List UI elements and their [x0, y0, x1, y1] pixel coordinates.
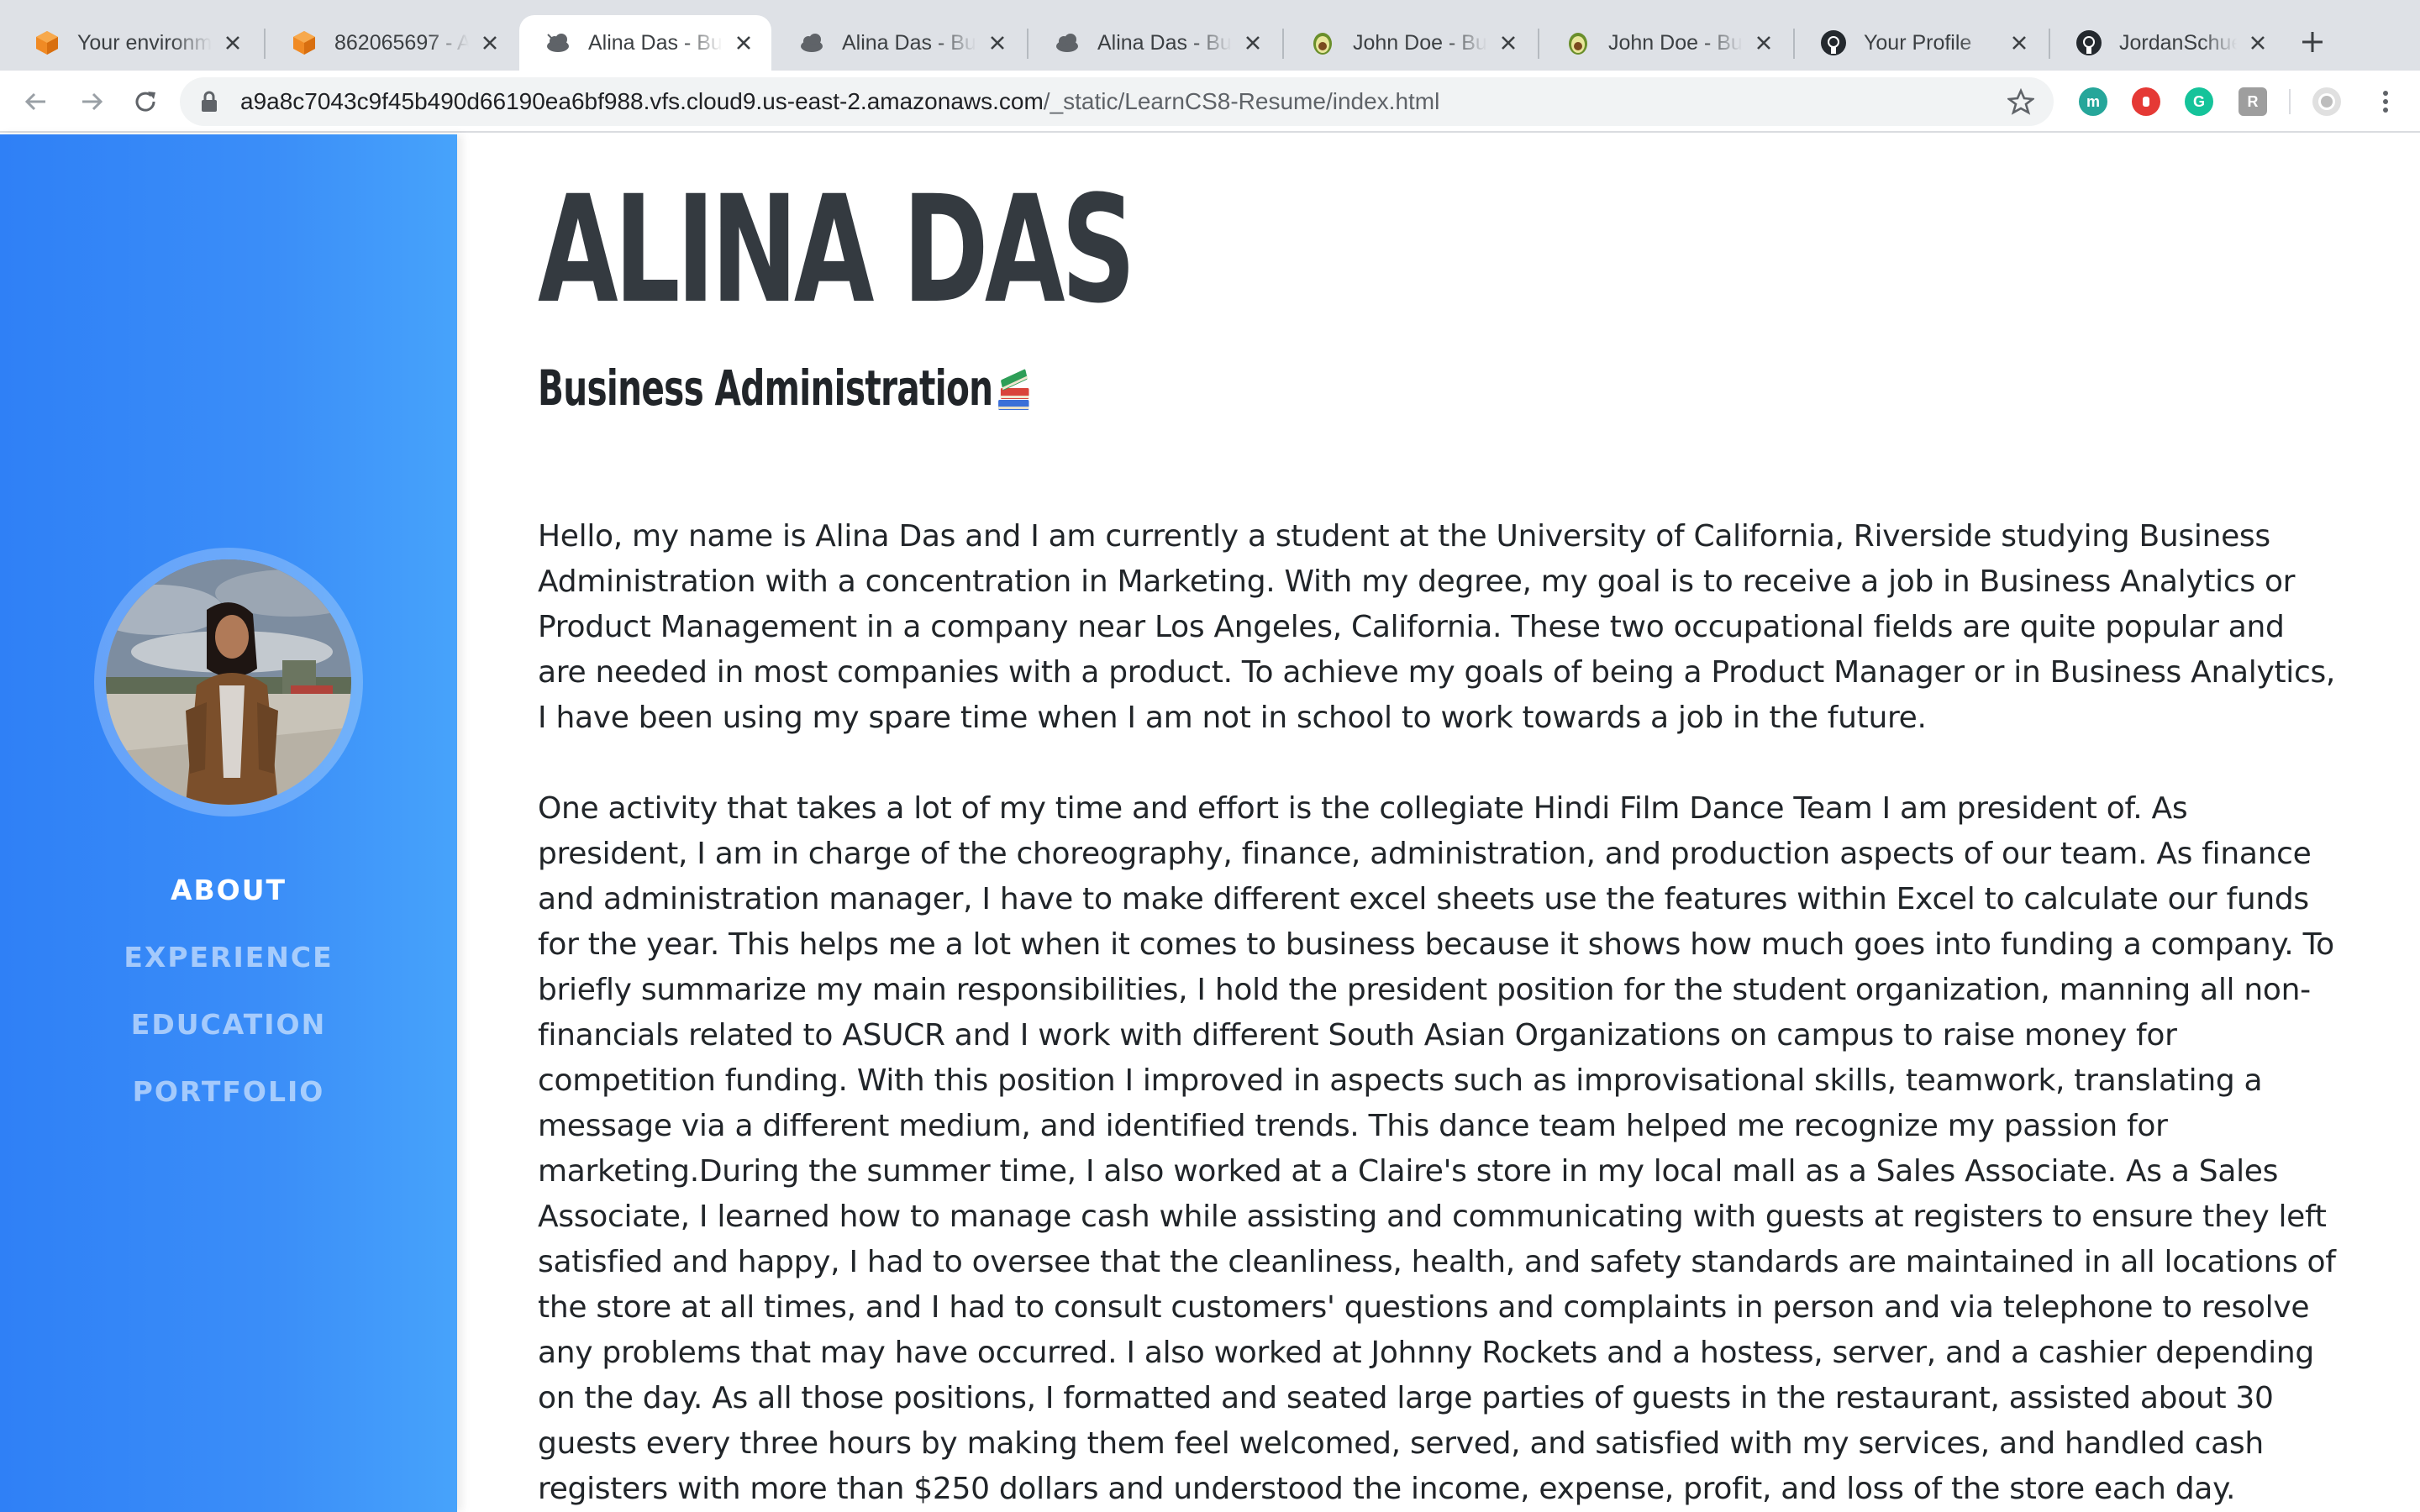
new-tab-button[interactable]: [2294, 24, 2331, 60]
url-host: a9a8c7043c9f45b490d66190ea6bf988.vfs.clo…: [240, 88, 1044, 114]
close-icon[interactable]: [985, 30, 1010, 55]
webpage: ABOUT EXPERIENCE EDUCATION PORTFOLIO ALI…: [0, 134, 2420, 1512]
sidebar-nav: ABOUT EXPERIENCE EDUCATION PORTFOLIO: [0, 857, 457, 1126]
avocado-icon: [1309, 29, 1336, 56]
avocado-icon: [1565, 29, 1591, 56]
close-icon[interactable]: [477, 30, 502, 55]
forward-button[interactable]: [72, 82, 111, 121]
menu-kebab-icon[interactable]: [2366, 82, 2405, 121]
reload-button[interactable]: [126, 82, 165, 121]
aws-cube-icon: [291, 29, 318, 56]
tab-title: Your environme: [77, 30, 212, 55]
aws-cube-icon: [34, 29, 60, 56]
bookmark-star-icon[interactable]: [2007, 87, 2035, 116]
browser-tab[interactable]: JordanSchuetz: [2050, 15, 2286, 71]
back-button[interactable]: [17, 82, 55, 121]
url-text: a9a8c7043c9f45b490d66190ea6bf988.vfs.clo…: [240, 88, 1439, 115]
grammarly-icon[interactable]: G: [2185, 87, 2213, 116]
sidebar: ABOUT EXPERIENCE EDUCATION PORTFOLIO: [0, 134, 457, 1512]
about-paragraph: One activity that takes a lot of my time…: [538, 791, 2336, 1506]
tab-strip: Your environme 862065697 - A Alina Das -…: [0, 0, 2420, 71]
tab-title: Alina Das - Bus: [1097, 30, 1232, 55]
lock-icon[interactable]: [197, 89, 222, 114]
nav-experience[interactable]: EXPERIENCE: [0, 924, 457, 991]
cloud9-icon: [798, 29, 825, 56]
page-title: ALINA DAS: [538, 164, 1136, 336]
tab-title: JordanSchuetz: [2119, 30, 2237, 55]
close-icon[interactable]: [220, 30, 245, 55]
extension-icon[interactable]: R: [2238, 87, 2267, 116]
close-icon[interactable]: [2007, 30, 2032, 55]
close-icon[interactable]: [731, 30, 756, 55]
adblock-icon[interactable]: [2132, 87, 2160, 116]
extension-icon[interactable]: m: [2079, 87, 2107, 116]
close-icon[interactable]: [1240, 30, 1265, 55]
nav-education[interactable]: EDUCATION: [0, 991, 457, 1058]
profile-photo-frame: [94, 548, 363, 816]
books-icon: [997, 368, 1032, 415]
github-icon: [1820, 29, 1847, 56]
browser-tab[interactable]: Alina Das - Bus: [773, 15, 1025, 71]
tab-title: Your Profile: [1864, 30, 1972, 55]
github-icon: [2075, 29, 2102, 56]
browser-tab[interactable]: Alina Das - Bus: [1028, 15, 1281, 71]
profile-photo: [106, 559, 351, 805]
browser-tab[interactable]: John Doe - Bus: [1539, 15, 1791, 71]
browser-toolbar: a9a8c7043c9f45b490d66190ea6bf988.vfs.clo…: [0, 71, 2420, 133]
toolbar-divider: [2289, 89, 2291, 114]
browser-tab-active[interactable]: Alina Das - Bus: [519, 15, 771, 71]
close-icon[interactable]: [1751, 30, 1776, 55]
address-bar[interactable]: a9a8c7043c9f45b490d66190ea6bf988.vfs.clo…: [180, 77, 2054, 126]
about-paragraph: Hello, my name is Alina Das and I am cur…: [538, 519, 2336, 735]
close-icon[interactable]: [1496, 30, 1521, 55]
tab-title: John Doe - Bus: [1353, 30, 1487, 55]
browser-tab[interactable]: 862065697 - A: [266, 15, 518, 71]
tab-title: 862065697 - A: [334, 30, 469, 55]
subtitle-text: Business Administration: [538, 360, 993, 417]
profile-avatar-icon[interactable]: [2312, 87, 2341, 116]
nav-portfolio[interactable]: PORTFOLIO: [0, 1058, 457, 1126]
browser-tab[interactable]: John Doe - Bus: [1284, 15, 1536, 71]
tab-title: John Doe - Bus: [1608, 30, 1743, 55]
browser-tab[interactable]: Your environme: [8, 15, 260, 71]
browser-tab[interactable]: Your Profile: [1795, 15, 2047, 71]
url-path: /_static/LearnCS8-Resume/index.html: [1043, 88, 1440, 114]
nav-about[interactable]: ABOUT: [0, 857, 457, 924]
cloud9-icon: [1054, 29, 1081, 56]
tab-title: Alina Das - Bus: [842, 30, 976, 55]
cloud9-icon: [544, 29, 571, 56]
tab-title: Alina Das - Bus: [588, 30, 723, 55]
page-subtitle: Business Administration: [538, 360, 1032, 417]
close-icon[interactable]: [2245, 30, 2270, 55]
